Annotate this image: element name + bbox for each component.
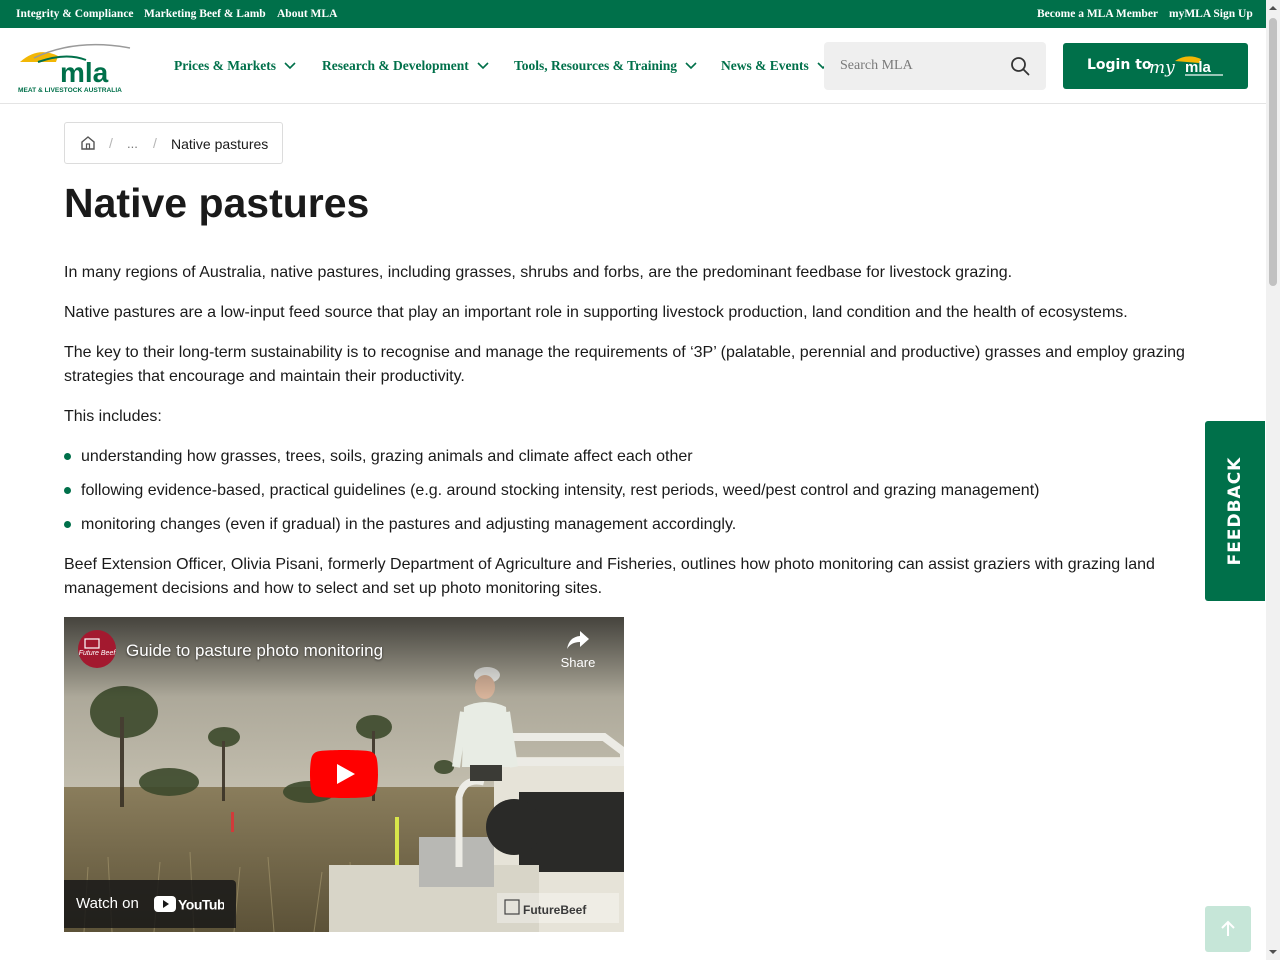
share-button[interactable]: Share — [558, 629, 598, 679]
includes-list: understanding how grasses, trees, soils,… — [64, 445, 1194, 547]
mla-logo[interactable]: mla MEAT & LIVESTOCK AUSTRALIA — [16, 40, 134, 96]
svg-text:my: my — [1149, 58, 1175, 78]
nav-prices-markets[interactable]: Prices & Markets — [174, 58, 296, 74]
list-item: following evidence-based, practical guid… — [64, 479, 1194, 513]
svg-text:FutureBeef: FutureBeef — [523, 903, 587, 917]
futurebeef-watermark: FutureBeef — [497, 893, 619, 923]
utility-link-mymla-signup[interactable]: myMLA Sign Up — [1169, 8, 1253, 20]
login-mymla-button[interactable]: Login to my mla — [1063, 43, 1248, 89]
svg-text:mla: mla — [1185, 59, 1212, 76]
nav-label: Prices & Markets — [174, 58, 276, 73]
nav-label: Research & Development — [322, 58, 469, 73]
nav-tools-resources-training[interactable]: Tools, Resources & Training — [514, 58, 697, 74]
site-header: mla MEAT & LIVESTOCK AUSTRALIA Prices & … — [0, 28, 1266, 104]
nav-label: News & Events — [721, 58, 809, 73]
intro-paragraph: In many regions of Australia, native pas… — [64, 264, 1013, 281]
logo-tagline: MEAT & LIVESTOCK AUSTRALIA — [18, 87, 122, 94]
scroll-thumb[interactable] — [1269, 18, 1277, 286]
channel-badge-text: Future Beef — [79, 650, 117, 657]
bullet-dot-icon — [64, 487, 71, 494]
arrow-up-icon — [1221, 920, 1235, 936]
feedback-tab[interactable]: FEEDBACK — [1205, 421, 1265, 601]
list-item-text: understanding how grasses, trees, soils,… — [81, 448, 693, 465]
search-icon[interactable] — [1010, 56, 1030, 76]
login-label: Login to — [1087, 57, 1152, 73]
youtube-logo-icon: YouTube — [154, 896, 224, 913]
utility-link-become-member[interactable]: Become a MLA Member — [1037, 8, 1158, 20]
chevron-down-icon — [477, 62, 489, 70]
share-label: Share — [560, 655, 596, 670]
search-box — [824, 42, 1046, 90]
body-paragraph: This includes: — [64, 408, 162, 425]
search-input[interactable] — [840, 56, 1000, 76]
watch-on-youtube-button[interactable]: Watch on YouTube — [64, 880, 236, 928]
home-icon[interactable] — [79, 134, 97, 152]
bullet-dot-icon — [64, 453, 71, 460]
logo-wordmark: mla — [60, 57, 109, 88]
breadcrumb-separator: / — [153, 135, 157, 151]
nav-news-events[interactable]: News & Events — [721, 58, 829, 74]
page-title: Native pastures — [64, 180, 370, 226]
list-item-text: following evidence-based, practical guid… — [81, 482, 1040, 499]
svg-text:YouTube: YouTube — [178, 897, 224, 913]
scroll-up-arrow-icon[interactable] — [1266, 2, 1280, 14]
nav-label: Tools, Resources & Training — [514, 58, 678, 73]
list-item-text: monitoring changes (even if gradual) in … — [81, 516, 737, 533]
mymla-logo: my mla — [1149, 56, 1223, 78]
utility-link-about[interactable]: About MLA — [277, 8, 337, 20]
utility-link-marketing[interactable]: Marketing Beef & Lamb — [144, 8, 266, 20]
body-paragraph: Native pastures are a low-input feed sou… — [64, 304, 1128, 321]
breadcrumb-separator: / — [109, 135, 113, 151]
utility-bar: Integrity & Compliance Marketing Beef & … — [0, 0, 1266, 28]
scroll-down-arrow-icon[interactable] — [1266, 946, 1280, 958]
youtube-video-embed[interactable]: Future Beef Guide to pasture photo monit… — [64, 617, 624, 932]
bullet-dot-icon — [64, 521, 71, 528]
breadcrumb-current: Native pastures — [171, 136, 269, 152]
video-title[interactable]: Guide to pasture photo monitoring — [126, 641, 383, 661]
page-scrollbar[interactable] — [1266, 0, 1280, 960]
nav-research-development[interactable]: Research & Development — [322, 58, 489, 74]
chevron-down-icon — [685, 62, 697, 70]
feedback-label: FEEDBACK — [1225, 456, 1245, 566]
body-paragraph: Beef Extension Officer, Olivia Pisani, f… — [64, 556, 1155, 597]
list-item: understanding how grasses, trees, soils,… — [64, 445, 1194, 479]
breadcrumb: / ... / Native pastures — [64, 122, 283, 164]
chevron-down-icon — [284, 62, 296, 70]
channel-avatar[interactable]: Future Beef — [77, 629, 117, 669]
body-paragraph: The key to their long-term sustainabilit… — [64, 344, 1185, 385]
play-button-icon[interactable] — [310, 750, 378, 798]
share-icon — [567, 631, 589, 649]
watch-on-label: Watch on — [76, 895, 139, 912]
list-item: monitoring changes (even if gradual) in … — [64, 513, 1194, 547]
breadcrumb-ellipsis[interactable]: ... — [127, 136, 138, 151]
back-to-top-button[interactable] — [1205, 906, 1251, 952]
utility-link-integrity[interactable]: Integrity & Compliance — [16, 8, 134, 20]
